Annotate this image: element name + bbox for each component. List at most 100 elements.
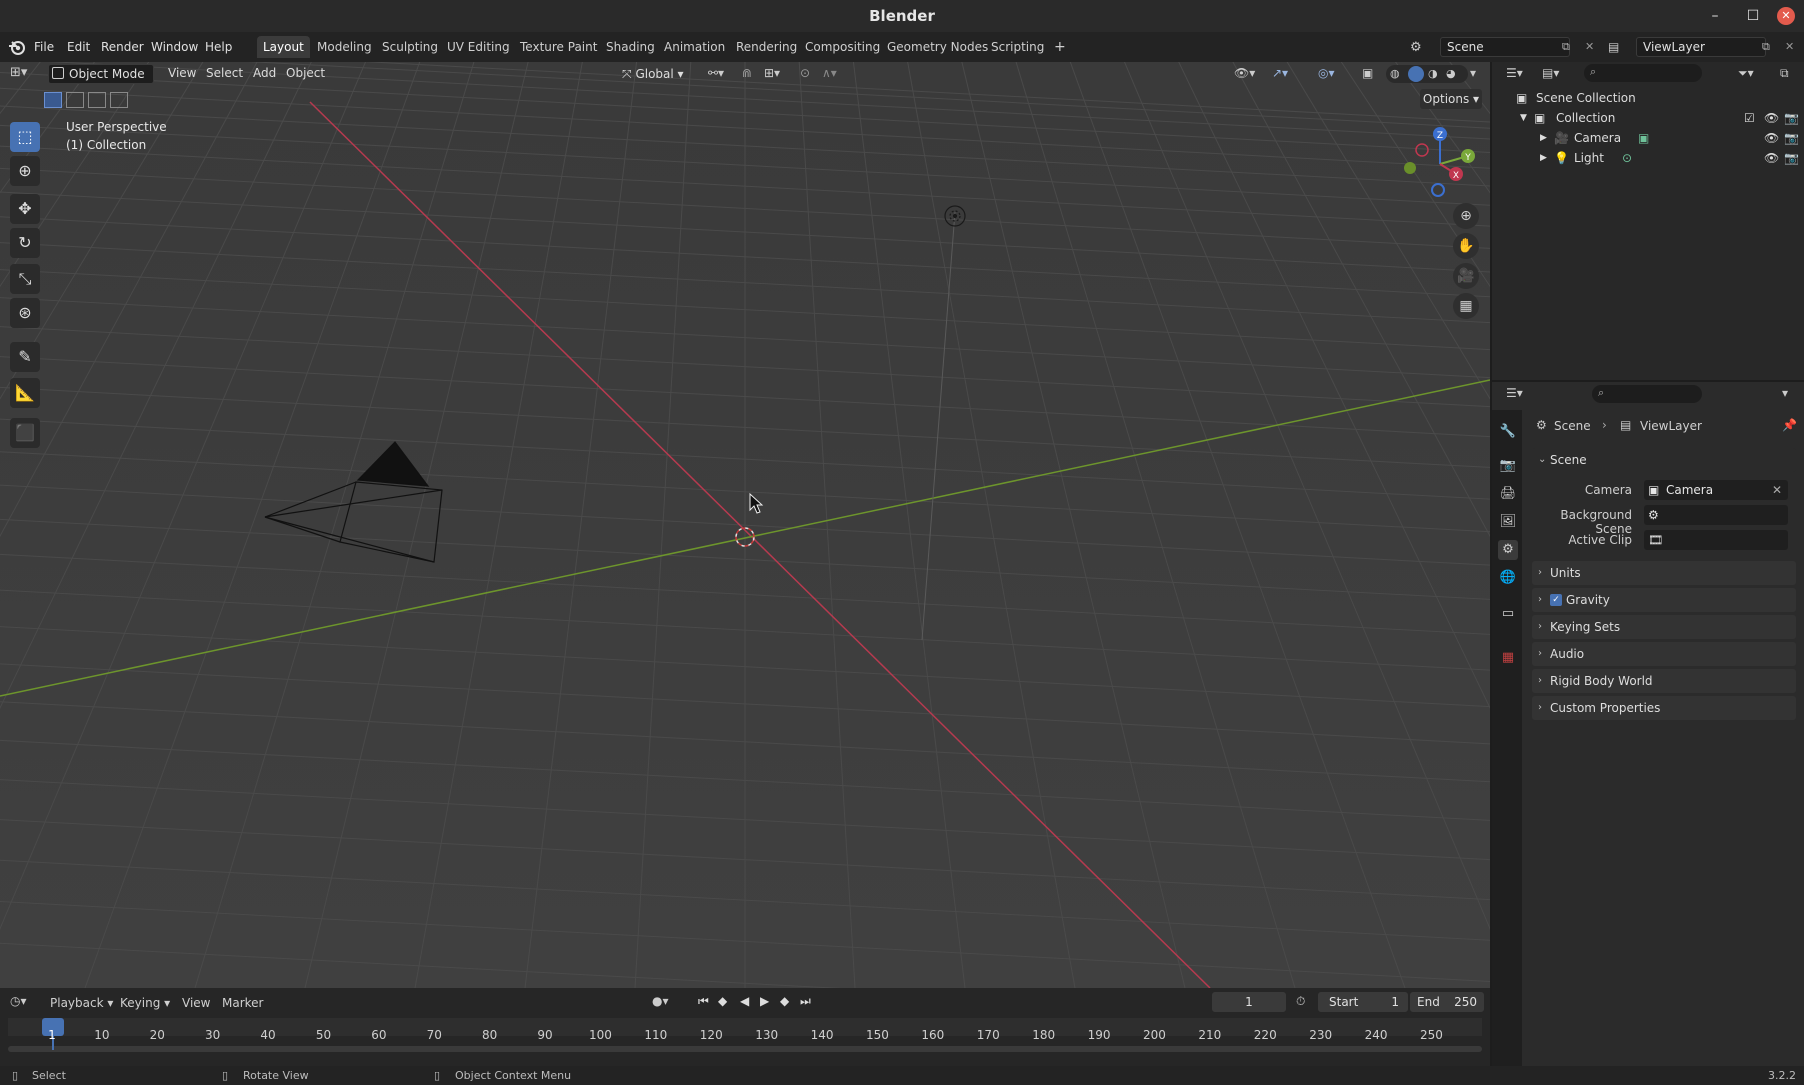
preview-range-icon[interactable]: ⏱ (1296, 994, 1305, 1009)
texture-tab-icon[interactable]: ▦ (1498, 648, 1518, 668)
expand-arrow-icon[interactable]: ▶ (1540, 148, 1547, 168)
outliner-editor-type-icon[interactable]: ☰▾ (1506, 66, 1523, 80)
panel-audio[interactable]: › Audio (1532, 642, 1796, 666)
proportional-falloff-icon[interactable]: ∧▾ (822, 66, 837, 80)
viewlayer-new-icon[interactable]: ⧉ (1762, 40, 1770, 54)
tool-tab-icon[interactable]: 🔧 (1498, 422, 1518, 442)
viewport-menu-view[interactable]: View (168, 66, 196, 80)
panel-scene[interactable]: ⌄ Scene (1532, 448, 1796, 472)
tab-texture-paint[interactable]: Texture Paint (514, 36, 603, 58)
select-intersect-icon[interactable] (110, 92, 128, 108)
scene-selector[interactable]: Scene (1440, 37, 1570, 57)
add-cube-tool[interactable]: ⬛ (10, 418, 40, 448)
solid-shading-icon[interactable] (1408, 66, 1424, 82)
pin-icon[interactable]: 📌 (1782, 418, 1797, 432)
outliner-row-collection[interactable]: ▼ ▣ Collection ☑ 👁 📷 (1492, 108, 1804, 128)
pivot-icon[interactable]: ⚯▾ (708, 66, 724, 80)
record-icon[interactable]: ●▾ (652, 994, 669, 1008)
xray-icon[interactable]: ▣ (1362, 66, 1373, 80)
perspective-toggle-icon[interactable]: ▦ (1453, 293, 1479, 319)
tab-geometry-nodes[interactable]: Geometry Nodes (881, 36, 994, 58)
start-frame-field[interactable]: Start 1 (1318, 992, 1408, 1012)
tab-sculpting[interactable]: Sculpting (376, 36, 444, 58)
scene-icon[interactable]: ⚙ (1410, 40, 1422, 55)
viewport-menu-object[interactable]: Object (286, 66, 325, 80)
shading-options-icon[interactable]: ▾ (1470, 66, 1476, 80)
select-box-tool[interactable]: ⬚ (10, 122, 40, 152)
timeline-menu-view[interactable]: View (182, 996, 210, 1010)
expand-arrow-icon[interactable]: ▶ (1540, 128, 1547, 148)
scene-tab-icon[interactable]: ⚙ (1498, 540, 1518, 560)
navigation-gizmo[interactable]: Z Y X (1398, 122, 1482, 206)
current-frame-field[interactable]: 1 (1212, 992, 1286, 1012)
tab-rendering[interactable]: Rendering (730, 36, 803, 58)
end-frame-field[interactable]: End 250 (1410, 992, 1484, 1012)
light-data-icon[interactable]: ⊙ (1622, 148, 1632, 168)
select-subtract-icon[interactable] (88, 92, 106, 108)
play-reverse-icon[interactable]: ◀ (740, 994, 749, 1008)
camera-data-icon[interactable]: ▣ (1638, 128, 1649, 148)
filter-icon[interactable]: ⏷▾ (1738, 66, 1754, 81)
select-extend-icon[interactable] (66, 92, 84, 108)
menu-edit[interactable]: Edit (67, 40, 90, 54)
pan-hand-icon[interactable]: ✋ (1453, 233, 1479, 259)
material-shading-icon[interactable]: ◑ (1428, 67, 1438, 80)
camera-view-icon[interactable]: 🎥 (1453, 263, 1479, 289)
zoom-icon[interactable]: ⊕ (1453, 203, 1479, 229)
overlay-toggle-icon[interactable]: ◎▾ (1318, 66, 1335, 80)
play-icon[interactable]: ▶ (760, 994, 769, 1008)
render-camera-icon[interactable]: 📷 (1784, 128, 1799, 148)
move-tool[interactable]: ✥ (10, 194, 40, 224)
display-mode-icon[interactable]: ▤▾ (1542, 66, 1559, 80)
timeline-menu-playback[interactable]: Playback ▾ (50, 996, 113, 1010)
select-new-icon[interactable] (44, 92, 62, 108)
timeline-menu-keying[interactable]: Keying ▾ (120, 996, 170, 1010)
viewport-menu-select[interactable]: Select (206, 66, 243, 80)
timeline-menu-marker[interactable]: Marker (222, 996, 263, 1010)
orientation-selector[interactable]: ⤧ Global ▾ (622, 64, 700, 84)
annotate-tool[interactable]: ✎ (10, 342, 40, 372)
output-tab-icon[interactable]: 🖨 (1498, 484, 1518, 504)
transform-tool[interactable]: ⊛ (10, 298, 40, 328)
jump-keyframe-forward-icon[interactable]: ◆ (780, 994, 789, 1008)
panel-units[interactable]: › Units (1532, 561, 1796, 585)
tab-shading[interactable]: Shading (600, 36, 661, 58)
view-layer-tab-icon[interactable]: 🖼 (1498, 512, 1518, 532)
rendered-shading-icon[interactable]: ◕ (1446, 67, 1456, 80)
menu-help[interactable]: Help (205, 40, 232, 54)
tab-uv-editing[interactable]: UV Editing (441, 36, 516, 58)
cursor-tool[interactable]: ⊕ (10, 156, 40, 186)
snap-icon[interactable]: ⋒ (742, 66, 752, 80)
gizmo-toggle-icon[interactable]: ↗▾ (1272, 66, 1288, 80)
clear-icon[interactable]: ✕ (1772, 480, 1782, 500)
timeline-scrollbar[interactable] (8, 1046, 1482, 1052)
visibility-eye-icon[interactable]: 👁 (1764, 108, 1779, 128)
outliner-row-scene-collection[interactable]: ▣ Scene Collection (1492, 88, 1804, 108)
wireframe-shading-icon[interactable]: ◍ (1390, 67, 1400, 80)
blender-logo-icon[interactable] (8, 38, 26, 56)
snap-target-icon[interactable]: ⊞▾ (764, 66, 780, 80)
jump-end-icon[interactable]: ⏭ (800, 994, 811, 1009)
close-icon[interactable]: ✕ (1777, 7, 1795, 25)
render-tab-icon[interactable]: 📷 (1498, 456, 1518, 476)
panel-gravity[interactable]: › ✓ Gravity (1532, 588, 1796, 612)
editor-type-icon[interactable]: ⊞▾ (10, 65, 38, 83)
menu-file[interactable]: File (34, 40, 54, 54)
visibility-icon[interactable]: 👁▾ (1234, 66, 1255, 80)
world-tab-icon[interactable]: 🌐 (1498, 568, 1518, 588)
render-camera-icon[interactable]: 📷 (1784, 148, 1799, 168)
outliner-search-input[interactable]: ⌕ (1584, 64, 1702, 82)
expand-arrow-icon[interactable]: ▼ (1520, 108, 1527, 128)
render-camera-icon[interactable]: 📷 (1784, 108, 1799, 128)
new-collection-icon[interactable]: ⧉ (1780, 66, 1789, 81)
tab-modeling[interactable]: Modeling (311, 36, 378, 58)
minimize-icon[interactable]: – (1704, 6, 1726, 26)
panel-custom-properties[interactable]: › Custom Properties (1532, 696, 1796, 720)
jump-start-icon[interactable]: ⏮ (698, 994, 709, 1009)
menu-window[interactable]: Window (151, 40, 198, 54)
scene-new-icon[interactable]: ⧉ (1562, 40, 1570, 54)
tab-compositing[interactable]: Compositing (799, 36, 886, 58)
panel-rigid-body-world[interactable]: › Rigid Body World (1532, 669, 1796, 693)
viewlayer-remove-icon[interactable]: ✕ (1785, 40, 1794, 53)
tab-layout[interactable]: Layout (257, 36, 310, 58)
